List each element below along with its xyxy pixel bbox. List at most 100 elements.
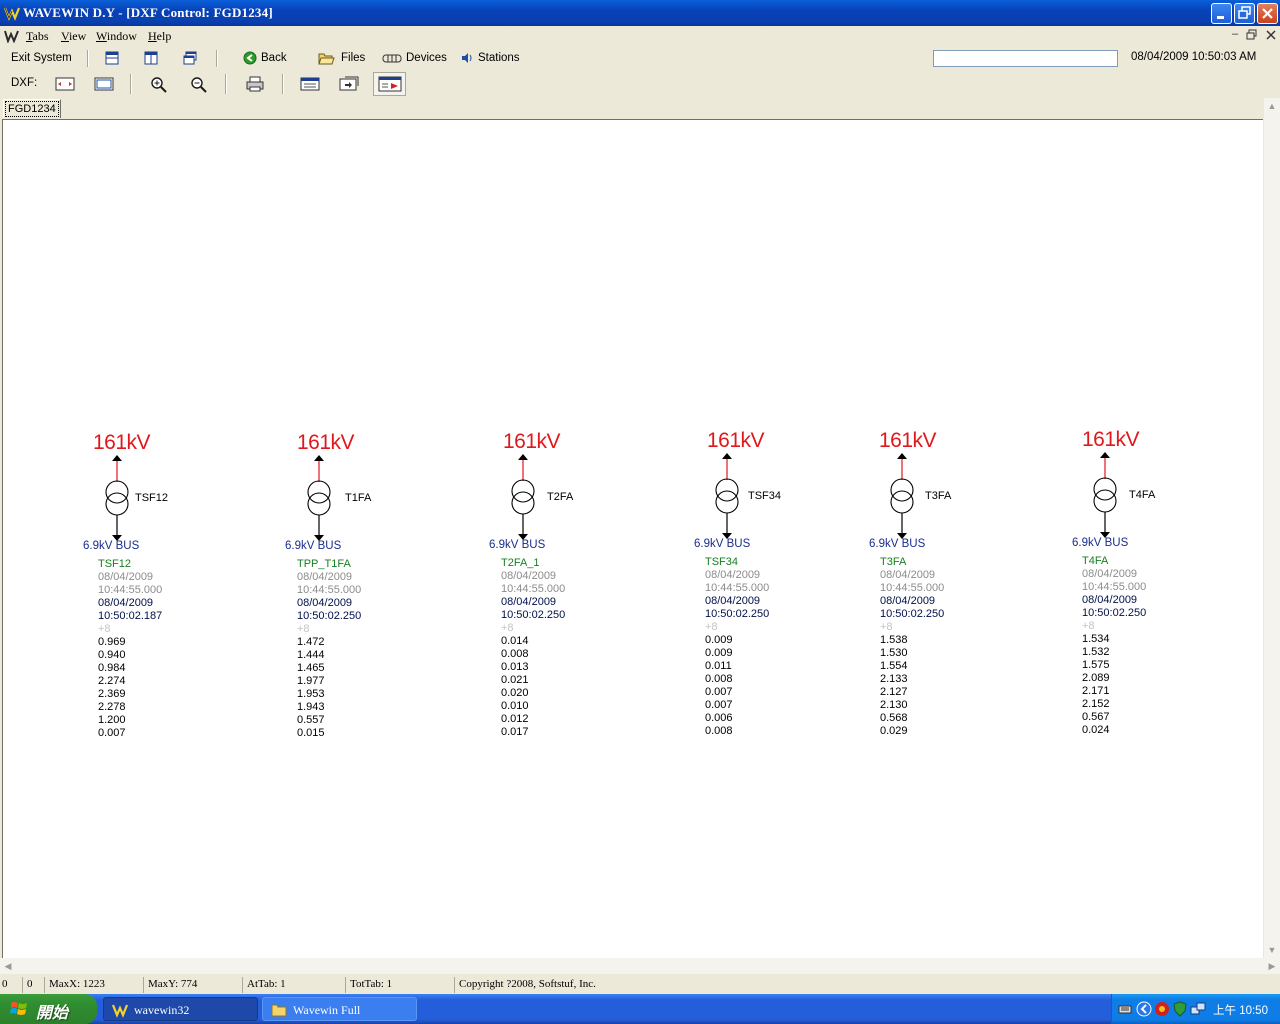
scroll-left-icon[interactable]: ◀	[0, 958, 16, 974]
device-record-3[interactable]: TSF34 08/04/2009 10:44:55.000 08/04/2009 10:…	[705, 556, 769, 738]
trigger-date: 08/04/2009	[98, 571, 154, 583]
vertical-scrollbar[interactable]: ▲ ▼	[1264, 98, 1280, 958]
device-name: T3FA	[880, 556, 907, 568]
search-input[interactable]	[933, 50, 1118, 67]
security-shield-icon[interactable]	[1172, 1001, 1188, 1017]
record-time: 10:50:02.250	[501, 609, 566, 621]
toolbar-separator	[282, 74, 284, 94]
layout-rows-icon[interactable]	[104, 51, 120, 65]
network-icon[interactable]	[1190, 1001, 1206, 1017]
scroll-down-icon[interactable]: ▼	[1264, 942, 1280, 958]
restore-icon	[1238, 6, 1251, 19]
voltage-label: 161kV	[93, 431, 151, 454]
measurement-value: 0.007	[705, 686, 733, 698]
trigger-time: 10:44:55.000	[705, 582, 770, 594]
transformer-name: T4FA	[1129, 489, 1156, 501]
measurement-value: 0.969	[98, 636, 126, 648]
dxf-view-toggle-button[interactable]	[373, 72, 406, 96]
zoom-in-icon[interactable]	[147, 74, 171, 94]
menu-tabs-rest: abs	[32, 29, 49, 43]
measurement-value: 0.006	[705, 712, 733, 724]
taskbar-item-wavewin-full[interactable]: Wavewin Full	[262, 997, 417, 1021]
start-button[interactable]: 開始	[0, 994, 97, 1024]
device-record-1[interactable]: TPP_T1FA 08/04/2009 10:44:55.000 08/04/2009…	[297, 558, 361, 740]
voltage-label: 161kV	[707, 429, 765, 452]
trigger-time: 10:44:55.000	[297, 584, 362, 596]
mdi-minimize-button[interactable]: –	[1229, 29, 1241, 41]
restore-button[interactable]	[1234, 3, 1255, 24]
menu-tabs[interactable]: Tabs	[26, 29, 49, 44]
menu-window[interactable]: Window	[96, 29, 137, 44]
measurement-value: 1.538	[880, 634, 908, 646]
transformer-name: TSF34	[748, 490, 782, 502]
horizontal-scrollbar[interactable]: ◀ ▶	[0, 958, 1280, 974]
dxf-label: DXF:	[11, 77, 38, 89]
mdi-child-icon[interactable]	[4, 29, 20, 43]
print-icon[interactable]	[243, 74, 267, 94]
measurement-value: 1.554	[880, 660, 908, 672]
device-record-4[interactable]: T3FA 08/04/2009 10:44:55.000 08/04/2009 10:5…	[880, 556, 944, 738]
record-time: 10:50:02.250	[880, 608, 945, 620]
mdi-close-icon[interactable]	[1265, 29, 1277, 41]
device-record-2[interactable]: T2FA_1 08/04/2009 10:44:55.000 08/04/2009 10…	[501, 557, 565, 739]
status-tottab: TotTab: 1	[345, 977, 454, 993]
measurement-value: 0.013	[501, 661, 529, 673]
menu-view[interactable]: View	[61, 29, 86, 44]
dxf-canvas[interactable]: 161kV TSF12 6.9kV BUS TSF12 08/04/2009 10:44:…	[2, 119, 1263, 958]
scroll-up-icon[interactable]: ▲	[1264, 98, 1280, 114]
status-cell-1: 0	[2, 978, 8, 990]
back-button[interactable]: Back	[241, 50, 291, 67]
exit-system-button[interactable]: Exit System	[11, 52, 72, 64]
open-view-icon[interactable]	[337, 74, 361, 94]
bus-label: 6.9kV BUS	[83, 540, 140, 552]
mdi-restore-icon[interactable]	[1246, 29, 1258, 41]
measurement-value: 1.534	[1082, 633, 1110, 645]
tab-fgd1234[interactable]: FGD1234	[3, 99, 61, 118]
fit-window-icon[interactable]	[92, 74, 116, 94]
stations-button[interactable]: Stations	[460, 50, 520, 67]
properties-icon[interactable]	[298, 74, 322, 94]
record-date: 08/04/2009	[705, 595, 761, 607]
measurement-value: 0.021	[501, 674, 529, 686]
zoom-out-icon[interactable]	[187, 74, 211, 94]
device-record-5[interactable]: T4FA 08/04/2009 10:44:55.000 08/04/2009 10:5…	[1082, 555, 1146, 737]
taskbar-item-wavewin32[interactable]: wavewin32	[103, 997, 258, 1021]
hv-arrow-icon	[1100, 452, 1110, 458]
toolbar-separator	[130, 74, 132, 94]
taskbar-clock: 上午 10:50	[1213, 1005, 1268, 1017]
tab-focus-outline	[5, 101, 59, 117]
bus-label: 6.9kV BUS	[489, 539, 546, 551]
trigger-date: 08/04/2009	[1082, 568, 1138, 580]
record-date: 08/04/2009	[98, 597, 154, 609]
minimize-button[interactable]	[1211, 3, 1232, 24]
transformer-name: T2FA	[547, 491, 574, 503]
fit-extents-icon[interactable]	[53, 74, 77, 94]
transformer-name: T3FA	[925, 490, 952, 502]
device-record-0[interactable]: TSF12 08/04/2009 10:44:55.000 08/04/2009 10:…	[98, 558, 162, 740]
transformer-primary-coil	[1093, 477, 1117, 501]
measurement-value: 2.278	[98, 701, 126, 713]
toolbar-separator	[216, 50, 218, 67]
scroll-right-icon[interactable]: ▶	[1264, 958, 1280, 974]
transformer-secondary-coil	[1093, 489, 1117, 513]
close-button[interactable]	[1257, 3, 1278, 24]
voltage-label: 161kV	[297, 431, 355, 454]
status-maxx: MaxX: 1223	[44, 977, 143, 993]
keyboard-icon[interactable]	[1118, 1002, 1132, 1016]
menu-help[interactable]: Help	[148, 29, 171, 44]
layout-columns-icon[interactable]	[143, 51, 159, 65]
hv-arrow-icon	[314, 455, 324, 461]
devices-button[interactable]: Devices	[382, 50, 448, 67]
menu-view-rest: iew	[68, 29, 87, 43]
devices-label: Devices	[406, 52, 447, 64]
files-button[interactable]: Files	[318, 50, 366, 67]
hv-arrow-icon	[722, 453, 732, 459]
measurement-value: 0.011	[705, 660, 732, 672]
antivirus-icon[interactable]	[1154, 1001, 1170, 1017]
trigger-time: 10:44:55.000	[880, 582, 945, 594]
cascade-windows-icon[interactable]	[182, 51, 198, 65]
transformer-primary-coil	[715, 478, 739, 502]
trigger-date: 08/04/2009	[705, 569, 761, 581]
transformer-name: T1FA	[345, 492, 372, 504]
expand-tray-icon[interactable]	[1136, 1001, 1152, 1017]
